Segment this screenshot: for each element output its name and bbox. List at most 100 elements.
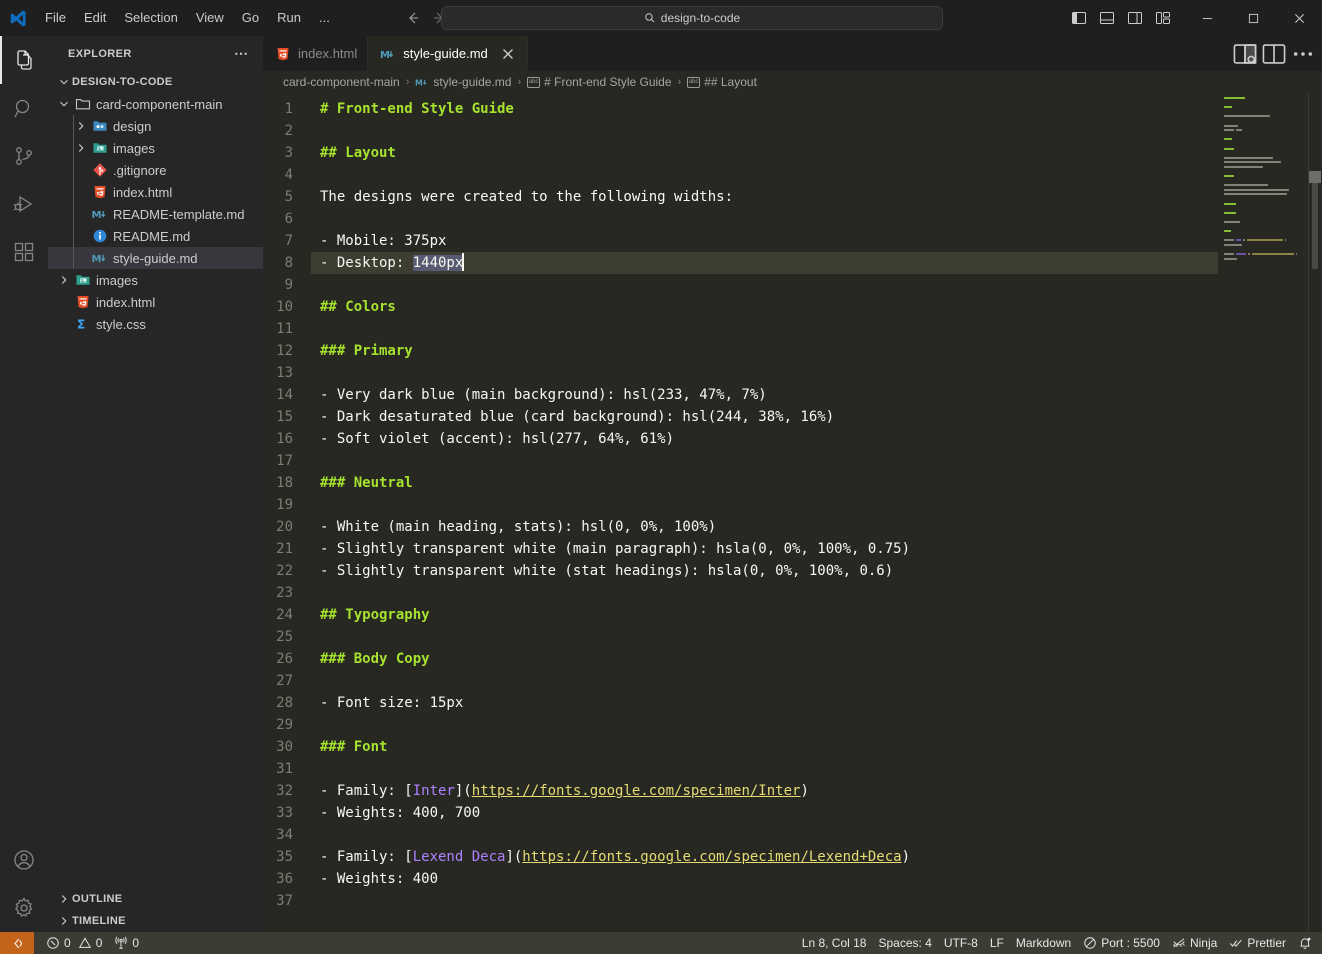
status-problems[interactable]: 0 0 [40, 932, 108, 954]
sidebar-section-outline[interactable]: OUTLINE [48, 888, 263, 910]
tree-item-card-component-main[interactable]: card-component-main [48, 93, 263, 115]
activity-item-extensions[interactable] [0, 228, 48, 276]
breadcrumb-item-file[interactable]: M style-guide.md [415, 75, 511, 89]
menu-file[interactable]: File [37, 7, 74, 29]
tab-style-guide-md[interactable]: M style-guide.md [368, 36, 528, 71]
tree-item-index-html[interactable]: index.html [48, 181, 263, 203]
code-line[interactable]: - Desktop: 1440px [311, 252, 1218, 274]
toggle-primary-sidebar-icon[interactable] [1066, 5, 1092, 31]
code-line[interactable] [320, 824, 1218, 846]
breadcrumb-item-symbol-h2[interactable]: abc ## Layout [687, 75, 757, 89]
activity-item-search[interactable] [0, 84, 48, 132]
close-icon[interactable] [1276, 0, 1322, 36]
sidebar-section-timeline[interactable]: TIMELINE [48, 910, 263, 932]
toggle-secondary-sidebar-icon[interactable] [1122, 5, 1148, 31]
code-line[interactable] [320, 318, 1218, 340]
code-line[interactable] [320, 450, 1218, 472]
command-center-search[interactable]: design-to-code [441, 6, 943, 30]
activity-item-settings[interactable] [0, 884, 48, 932]
status-indentation[interactable]: Spaces: 4 [872, 932, 937, 954]
code-line[interactable]: - Family: [Inter](https://fonts.google.c… [320, 780, 1218, 802]
breadcrumb-item-symbol-h1[interactable]: abc # Front-end Style Guide [527, 75, 671, 89]
code-line[interactable] [320, 208, 1218, 230]
menu-edit[interactable]: Edit [76, 7, 114, 29]
code-line[interactable] [320, 714, 1218, 736]
close-icon[interactable] [499, 45, 517, 63]
open-preview-to-side-icon[interactable] [1232, 41, 1258, 67]
code-line[interactable]: ### Neutral [320, 472, 1218, 494]
tree-item-images[interactable]: images [48, 137, 263, 159]
code-line[interactable]: - Dark desaturated blue (card background… [320, 406, 1218, 428]
code-line[interactable]: - Slightly transparent white (stat headi… [320, 560, 1218, 582]
code-line[interactable] [320, 758, 1218, 780]
status-language-mode[interactable]: Markdown [1010, 932, 1077, 954]
tree-item--gitignore[interactable]: .gitignore [48, 159, 263, 181]
status-ports[interactable]: 0 [108, 932, 145, 954]
code-line[interactable] [320, 164, 1218, 186]
tree-item-readme-md[interactable]: README.md [48, 225, 263, 247]
code-line[interactable] [320, 626, 1218, 648]
tab-index-html[interactable]: index.html [263, 36, 368, 71]
code-line[interactable]: ### Primary [320, 340, 1218, 362]
code-line[interactable]: The designs were created to the followin… [320, 186, 1218, 208]
code-line[interactable]: - Very dark blue (main background): hsl(… [320, 384, 1218, 406]
menu-view[interactable]: View [188, 7, 232, 29]
customize-layout-icon[interactable] [1150, 5, 1176, 31]
menu-run[interactable]: Run [269, 7, 309, 29]
editor-scrollbar[interactable] [1308, 93, 1322, 932]
tree-item-readme-template-md[interactable]: MREADME-template.md [48, 203, 263, 225]
code-line[interactable]: - Slightly transparent white (main parag… [320, 538, 1218, 560]
activity-item-accounts[interactable] [0, 836, 48, 884]
tree-item-images[interactable]: images [48, 269, 263, 291]
code-line[interactable] [320, 890, 1218, 912]
menu-selection[interactable]: Selection [116, 7, 185, 29]
code-line[interactable] [320, 494, 1218, 516]
menu-more[interactable]: ... [311, 7, 338, 29]
maximize-icon[interactable] [1230, 0, 1276, 36]
status-encoding[interactable]: UTF-8 [938, 932, 984, 954]
code-line[interactable]: - Weights: 400 [320, 868, 1218, 890]
code-line[interactable]: ## Layout [320, 142, 1218, 164]
status-prettier[interactable]: Prettier [1223, 932, 1292, 954]
status-editor-position[interactable]: Ln 8, Col 18 [796, 932, 873, 954]
remote-window-icon[interactable] [0, 932, 34, 954]
code-line[interactable] [320, 670, 1218, 692]
activity-item-explorer[interactable] [0, 36, 48, 84]
go-back-icon[interactable] [401, 6, 425, 30]
split-editor-icon[interactable] [1261, 41, 1287, 67]
code-line[interactable]: - Soft violet (accent): hsl(277, 64%, 61… [320, 428, 1218, 450]
code-line[interactable]: - Mobile: 375px [320, 230, 1218, 252]
tree-item-style-css[interactable]: Σstyle.css [48, 313, 263, 335]
code-line[interactable]: - Font size: 15px [320, 692, 1218, 714]
code-content[interactable]: # Front-end Style Guide## LayoutThe desi… [311, 93, 1218, 932]
code-line[interactable]: ### Font [320, 736, 1218, 758]
tree-item-index-html[interactable]: index.html [48, 291, 263, 313]
more-actions-icon[interactable] [1290, 41, 1316, 67]
code-line[interactable]: - Weights: 400, 700 [320, 802, 1218, 824]
code-view[interactable]: 1234567891011121314151617181920212223242… [263, 93, 1218, 932]
minimap-slider[interactable] [1309, 171, 1321, 183]
activity-item-run-and-debug[interactable] [0, 180, 48, 228]
code-line[interactable]: - Family: [Lexend Deca](https://fonts.go… [320, 846, 1218, 868]
scrollbar-thumb[interactable] [1312, 183, 1318, 269]
minimize-icon[interactable] [1184, 0, 1230, 36]
status-notifications[interactable] [1292, 932, 1318, 954]
code-line[interactable] [320, 274, 1218, 296]
code-line[interactable]: ## Typography [320, 604, 1218, 626]
code-line[interactable] [320, 362, 1218, 384]
code-line[interactable] [320, 120, 1218, 142]
menu-go[interactable]: Go [234, 7, 267, 29]
workspace-root-row[interactable]: DESIGN-TO-CODE [48, 71, 263, 93]
code-line[interactable]: ## Colors [320, 296, 1218, 318]
code-line[interactable]: ### Body Copy [320, 648, 1218, 670]
ellipsis-icon[interactable]: ⋯ [234, 45, 255, 62]
breadcrumb-item-folder[interactable]: card-component-main [283, 75, 400, 89]
minimap[interactable] [1218, 93, 1322, 932]
activity-item-source-control[interactable] [0, 132, 48, 180]
status-live-server-port[interactable]: Port : 5500 [1077, 932, 1166, 954]
toggle-panel-icon[interactable] [1094, 5, 1120, 31]
tree-item-style-guide-md[interactable]: Mstyle-guide.md [48, 247, 263, 269]
code-editor[interactable]: 1234567891011121314151617181920212223242… [263, 93, 1322, 932]
tree-item-design[interactable]: design [48, 115, 263, 137]
status-ninja[interactable]: Ninja [1166, 932, 1223, 954]
